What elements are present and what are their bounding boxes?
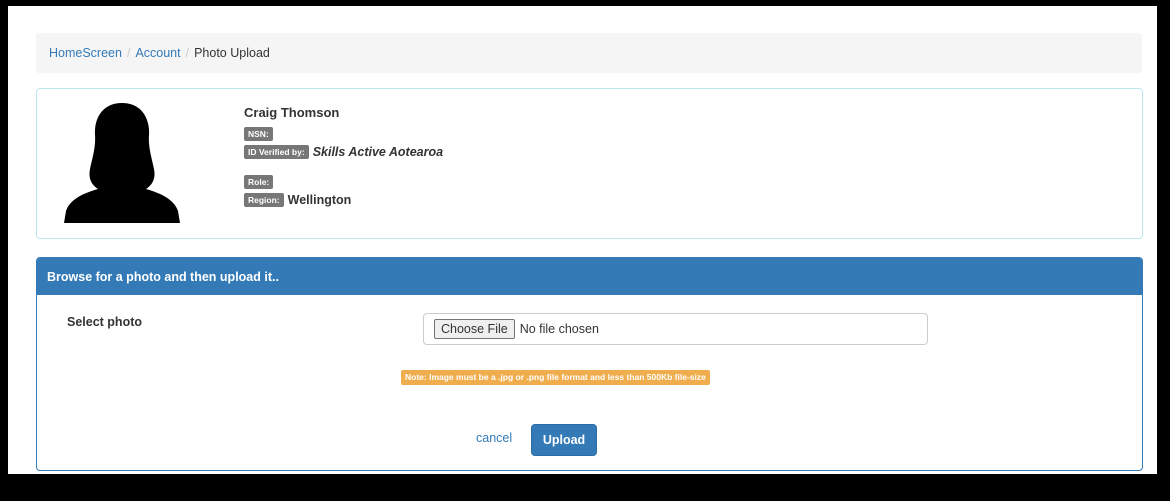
person-silhouette-icon: [64, 103, 180, 223]
upload-panel-heading: Browse for a photo and then upload it..: [37, 258, 1142, 295]
region-row: Region: Wellington: [244, 191, 443, 209]
nsn-badge: NSN:: [244, 127, 273, 141]
region-badge: Region:: [244, 193, 284, 207]
breadcrumb-account-link[interactable]: Account: [135, 46, 180, 60]
profile-name: Craig Thomson: [244, 105, 340, 120]
id-verified-value: Skills Active Aotearoa: [312, 145, 444, 159]
role-badge: Role:: [244, 175, 274, 189]
role-row: Role:: [244, 173, 443, 191]
upload-panel: Browse for a photo and then upload it.. …: [36, 257, 1143, 471]
breadcrumb-separator: /: [126, 46, 131, 60]
breadcrumb-separator: /: [185, 46, 190, 60]
nsn-row: NSN:: [244, 125, 443, 143]
profile-panel: Craig Thomson NSN: ID Verified by: Skill…: [36, 88, 1143, 239]
breadcrumb-home-link[interactable]: HomeScreen: [49, 46, 122, 60]
page-frame: HomeScreen / Account / Photo Upload Crai…: [8, 6, 1157, 474]
choose-file-button[interactable]: Choose File: [434, 319, 515, 339]
file-requirements-note: Note: Image must be a .jpg or .png file …: [401, 370, 710, 385]
photo-file-input[interactable]: Choose File No file chosen: [423, 313, 928, 345]
breadcrumb: HomeScreen / Account / Photo Upload: [36, 33, 1142, 73]
cancel-link[interactable]: cancel: [476, 431, 512, 445]
breadcrumb-current: Photo Upload: [194, 46, 270, 60]
profile-info: Craig Thomson NSN: ID Verified by: Skill…: [244, 105, 443, 209]
file-status-text: No file chosen: [519, 322, 599, 336]
upload-button[interactable]: Upload: [531, 424, 597, 456]
select-photo-label: Select photo: [67, 315, 143, 329]
id-verified-badge: ID Verified by:: [244, 145, 309, 159]
id-verified-row: ID Verified by: Skills Active Aotearoa: [244, 143, 443, 161]
region-value: Wellington: [287, 193, 352, 207]
